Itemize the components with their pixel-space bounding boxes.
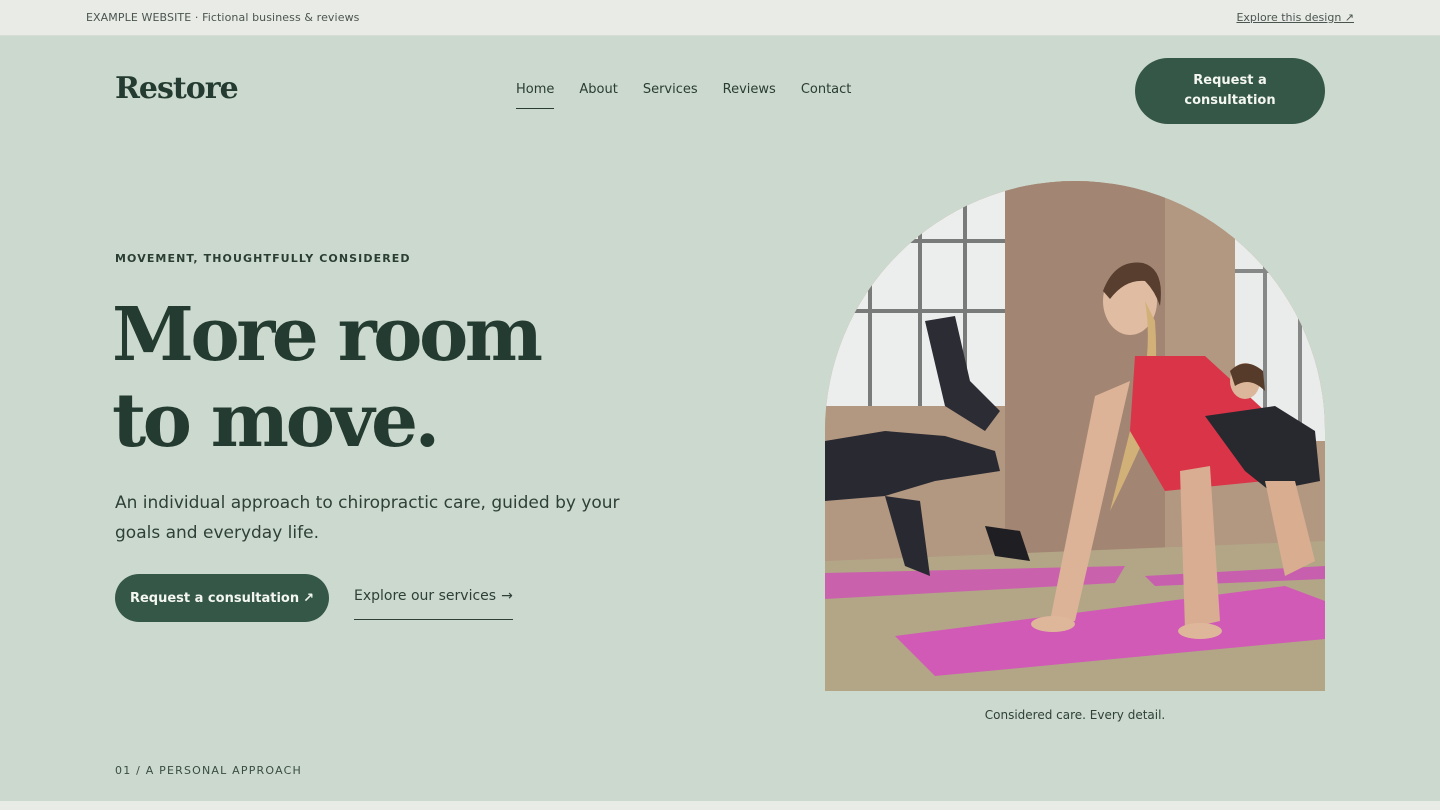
request-consultation-label: Request a consultation xyxy=(129,590,300,606)
nav-item-reviews[interactable]: Reviews xyxy=(723,82,776,109)
top-banner: EXAMPLE WEBSITE · Fictional business & r… xyxy=(0,0,1440,36)
headline-line-2: to move. xyxy=(112,378,440,464)
request-consultation-button[interactable]: Request a consultation ↗ xyxy=(115,574,329,622)
arrow-right-icon: → xyxy=(501,588,513,604)
explore-services-label: Explore our services xyxy=(354,588,497,604)
explore-design-link[interactable]: Explore this design ↗ xyxy=(1236,11,1354,24)
main-nav: Home About Services Reviews Contact xyxy=(516,82,851,109)
nav-item-services[interactable]: Services xyxy=(643,82,698,109)
arrow-up-right-icon: ↗ xyxy=(303,590,315,606)
hero-image xyxy=(825,181,1325,691)
banner-text: EXAMPLE WEBSITE · Fictional business & r… xyxy=(86,11,360,24)
logo[interactable]: Restore xyxy=(115,71,239,106)
hero-subtitle: An individual approach to chiropractic c… xyxy=(115,493,620,543)
image-caption: Considered care. Every detail. xyxy=(984,708,1166,722)
section-label: 01 / A PERSONAL APPROACH xyxy=(115,764,302,777)
bottom-divider xyxy=(0,801,1440,810)
headline-line-1: More room xyxy=(112,292,543,378)
request-consultation-button-header[interactable]: Request a consultation xyxy=(1135,58,1325,124)
nav-item-home[interactable]: Home xyxy=(516,82,555,109)
nav-item-contact[interactable]: Contact xyxy=(801,82,852,109)
nav-item-about[interactable]: About xyxy=(579,82,617,109)
yoga-studio-illustration xyxy=(825,181,1325,691)
hero-eyebrow: MOVEMENT, THOUGHTFULLY CONSIDERED xyxy=(115,252,411,265)
hero-headline: More room to move. xyxy=(112,292,712,464)
explore-services-link[interactable]: Explore our services → xyxy=(354,588,513,620)
